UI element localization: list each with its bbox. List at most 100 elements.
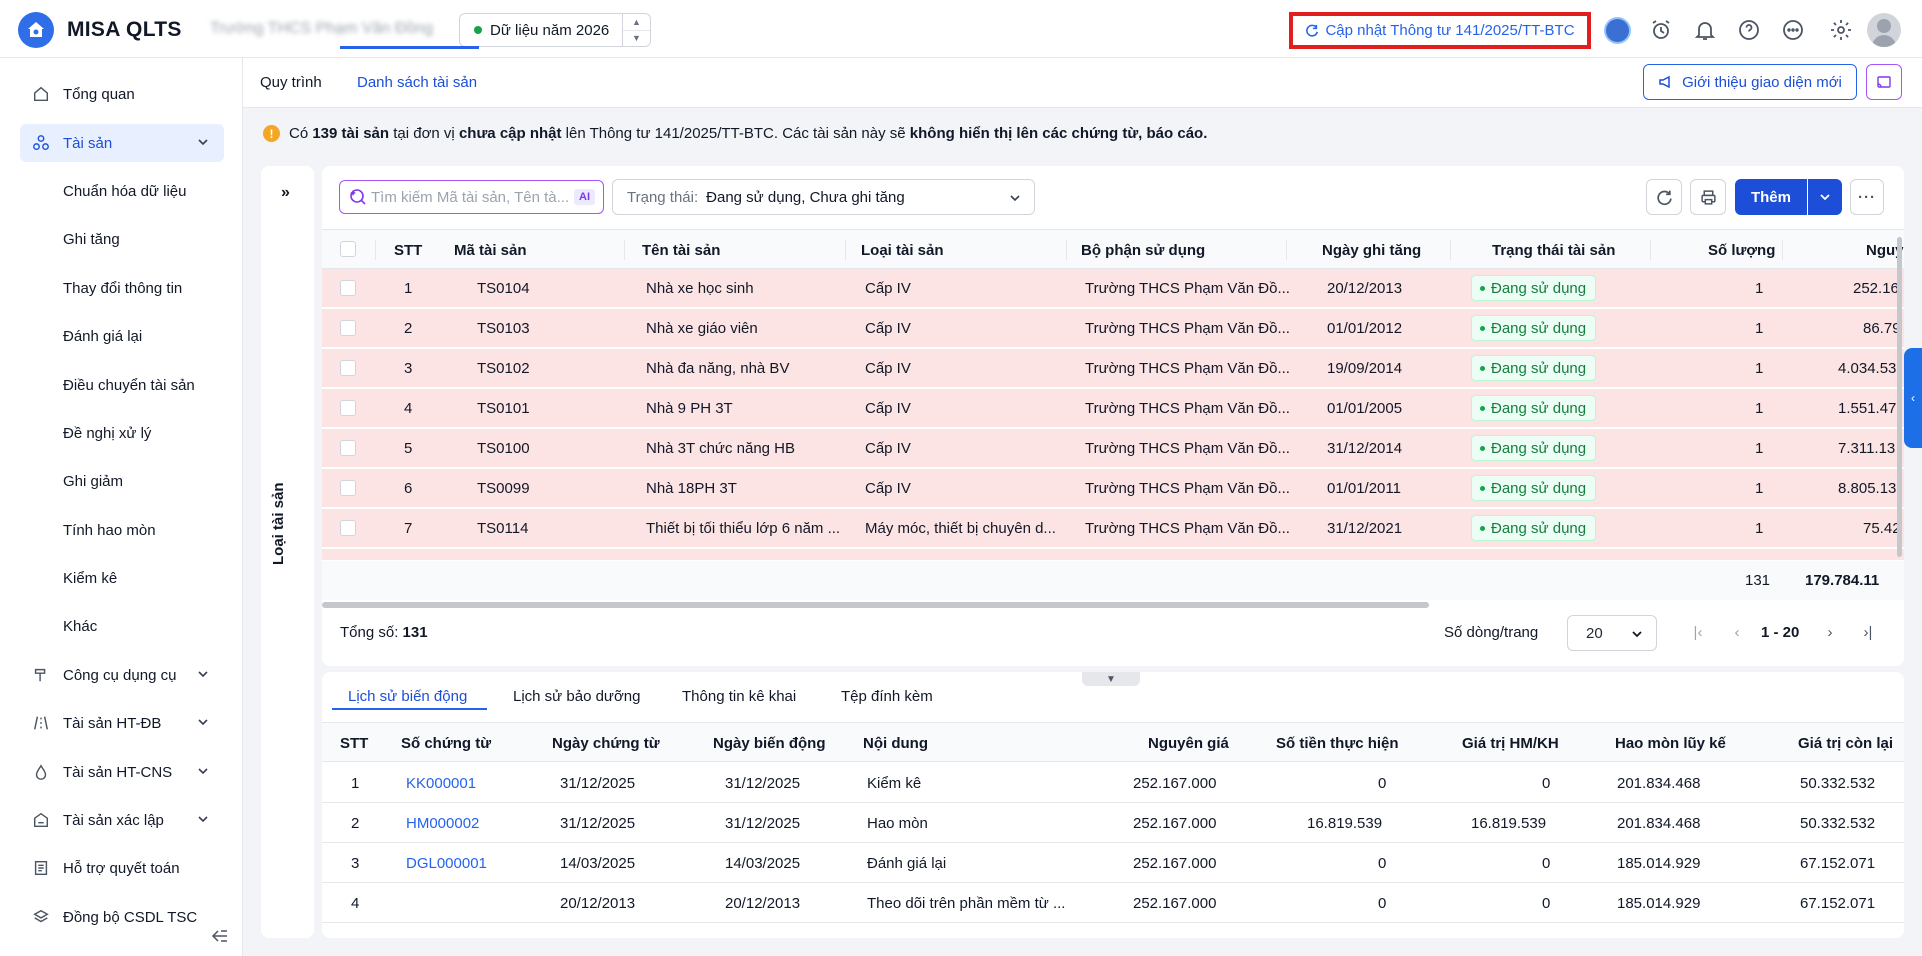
row-checkbox[interactable] [340,320,356,336]
last-page-icon[interactable]: ›| [1859,622,1877,642]
table-row[interactable]: 4 TS0101 Nhà 9 PH 3T Cấp IV Trường THCS … [322,389,1904,428]
col-depreciation-value[interactable]: Giá trị HM/KH [1462,735,1559,752]
table-row[interactable]: 3 TS0102 Nhà đa năng, nhà BV Cấp IV Trườ… [322,349,1904,388]
add-button[interactable]: Thêm [1735,179,1807,215]
sidebar-subitem-decrease[interactable]: Ghi giảm [63,473,123,490]
sidebar-item-tools[interactable]: Công cụ dụng cụ [20,656,224,694]
add-dropdown-button[interactable] [1808,179,1842,215]
search-box[interactable]: AI [339,180,604,214]
doc-link[interactable]: KK000001 [406,775,476,792]
row-checkbox[interactable] [340,400,356,416]
col-increase-date[interactable]: Ngày ghi tăng [1322,242,1421,259]
chevron-up-icon[interactable]: ▲ [623,14,650,31]
col-accumulated-depreciation[interactable]: Hao mòn lũy kế [1615,735,1726,752]
sidebar-item-infra-water[interactable]: Tài sản HT-CNS [20,753,224,791]
sidebar-item-overview[interactable]: Tổng quan [20,75,224,113]
row-checkbox[interactable] [340,440,356,456]
category-panel-label[interactable]: Loại tài sản [270,482,287,565]
rows-per-page-select[interactable]: 20 [1567,615,1657,651]
col-asset-name[interactable]: Tên tài sản [642,242,720,259]
vertical-scrollbar[interactable] [1897,237,1902,557]
assistant-avatar-icon[interactable] [1604,17,1631,44]
tab-asset-list[interactable]: Danh sách tài sản [357,74,477,91]
col-amount[interactable]: Số tiền thực hiện [1276,735,1399,752]
status-filter-select[interactable]: Trạng thái: Đang sử dụng, Chưa ghi tăng [612,179,1035,215]
gear-icon[interactable] [1827,16,1855,44]
horizontal-scrollbar[interactable] [322,602,1429,608]
unit-name[interactable]: Trường THCS Phạm Văn Đồng [210,20,433,38]
search-input[interactable] [371,188,571,206]
prev-page-icon[interactable]: ‹ [1728,622,1746,642]
col-department[interactable]: Bộ phận sử dụng [1081,242,1205,259]
sidebar-subitem-depreciation[interactable]: Tính hao mòn [63,522,156,539]
update-circular-button[interactable]: Cập nhật Thông tư 141/2025/TT-BTC [1289,12,1591,49]
col-asset-status[interactable]: Trạng thái tài sản [1492,242,1615,259]
intro-new-ui-button[interactable]: Giới thiệu giao diện mới [1643,64,1857,100]
expand-panel-icon[interactable]: » [281,184,290,202]
col-original-price[interactable]: Nguyên giá [1148,735,1229,752]
col-quantity[interactable]: Số lượng [1708,242,1775,259]
year-stepper[interactable]: ▲ ▼ [622,14,650,46]
history-row[interactable]: 2 HM000002 31/12/2025 31/12/2025 Hao mòn… [322,803,1904,843]
more-horizontal-icon[interactable] [1779,16,1807,44]
sidebar-subitem-transfer[interactable]: Điều chuyển tài sản [63,377,195,394]
col-doc-date[interactable]: Ngày chứng từ [552,735,660,752]
user-avatar[interactable] [1867,13,1901,47]
history-row[interactable]: 3 DGL000001 14/03/2025 14/03/2025 Đánh g… [322,843,1904,883]
sidebar-item-assets[interactable]: Tài sản [20,124,224,162]
row-checkbox[interactable] [340,360,356,376]
print-button[interactable] [1690,179,1726,215]
sidebar-subitem-increase[interactable]: Ghi tăng [63,231,120,248]
table-row[interactable]: 2 TS0103 Nhà xe giáo viên Cấp IV Trường … [322,309,1904,348]
sidebar-subitem-revaluate[interactable]: Đánh giá lại [63,328,142,345]
col-content[interactable]: Nội dung [863,735,928,752]
refresh-button[interactable] [1646,179,1682,215]
chevron-down-icon[interactable]: ▼ [623,31,650,47]
table-row[interactable]: 6 TS0099 Nhà 18PH 3T Cấp IV Trường THCS … [322,469,1904,508]
sidebar-subitem-change-info[interactable]: Thay đổi thông tin [63,280,182,297]
history-row[interactable]: 4 20/12/2013 20/12/2013 Theo dõi trên ph… [322,883,1904,923]
sidebar-item-settlement[interactable]: Hỗ trợ quyết toán [20,849,224,887]
col-remaining-value[interactable]: Giá trị còn lại [1798,735,1893,752]
col-change-date[interactable]: Ngày biến động [713,735,826,752]
doc-link[interactable]: DGL000001 [406,855,487,872]
table-row[interactable]: 7 TS0114 Thiết bị tối thiểu lớp 6 năm ..… [322,509,1904,548]
side-panel-toggle[interactable]: ‹ [1904,348,1922,448]
table-row[interactable]: 1 TS0104 Nhà xe học sinh Cấp IV Trường T… [322,269,1904,308]
tab-change-history[interactable]: Lịch sử biến động [348,688,467,705]
col-stt[interactable]: STT [340,735,368,752]
more-options-button[interactable]: ··· [1850,179,1884,215]
sidebar-subitem-propose[interactable]: Đề nghị xử lý [63,425,151,442]
row-checkbox[interactable] [340,480,356,496]
app-logo-icon[interactable] [18,12,54,48]
split-handle-chevron-down-icon[interactable]: ▼ [1082,672,1140,686]
tab-maintenance-history[interactable]: Lịch sử bảo dưỡng [513,688,641,705]
first-page-icon[interactable]: |‹ [1689,622,1707,642]
sidebar-item-infra-road[interactable]: Tài sản HT-ĐB [20,704,224,742]
col-doc-number[interactable]: Số chứng từ [401,735,491,752]
col-asset-code[interactable]: Mã tài sản [454,242,527,259]
history-row[interactable]: 1 KK000001 31/12/2025 31/12/2025 Kiểm kê… [322,763,1904,803]
table-row[interactable]: 5 TS0100 Nhà 3T chức năng HB Cấp IV Trườ… [322,429,1904,468]
tab-declaration-info[interactable]: Thông tin kê khai [682,688,796,705]
tab-process[interactable]: Quy trình [260,74,322,91]
col-stt[interactable]: STT [394,242,422,259]
doc-link[interactable]: HM000002 [406,815,479,832]
tab-attachments[interactable]: Tệp đính kèm [841,688,933,705]
col-asset-type[interactable]: Loại tài sản [861,242,944,259]
table-row-partial[interactable] [322,549,1904,560]
next-page-icon[interactable]: › [1821,622,1839,642]
sidebar-item-established[interactable]: Tài sản xác lập [20,801,224,839]
sidebar-subitem-inventory[interactable]: Kiểm kê [63,570,117,587]
ai-badge[interactable]: AI [574,189,595,205]
sidebar-subitem-normalize[interactable]: Chuẩn hóa dữ liệu [63,183,186,200]
sidebar-subitem-other[interactable]: Khác [63,618,97,635]
row-checkbox[interactable] [340,280,356,296]
alarm-clock-icon[interactable] [1647,16,1675,44]
year-selector[interactable]: Dữ liệu năm 2026 ▲ ▼ [459,13,651,47]
sidebar-item-sync[interactable]: Đồng bộ CSDL TSC [20,898,224,936]
row-checkbox[interactable] [340,520,356,536]
collapse-sidebar-icon[interactable] [210,928,230,944]
help-icon[interactable] [1735,16,1763,44]
bell-icon[interactable] [1691,16,1719,44]
